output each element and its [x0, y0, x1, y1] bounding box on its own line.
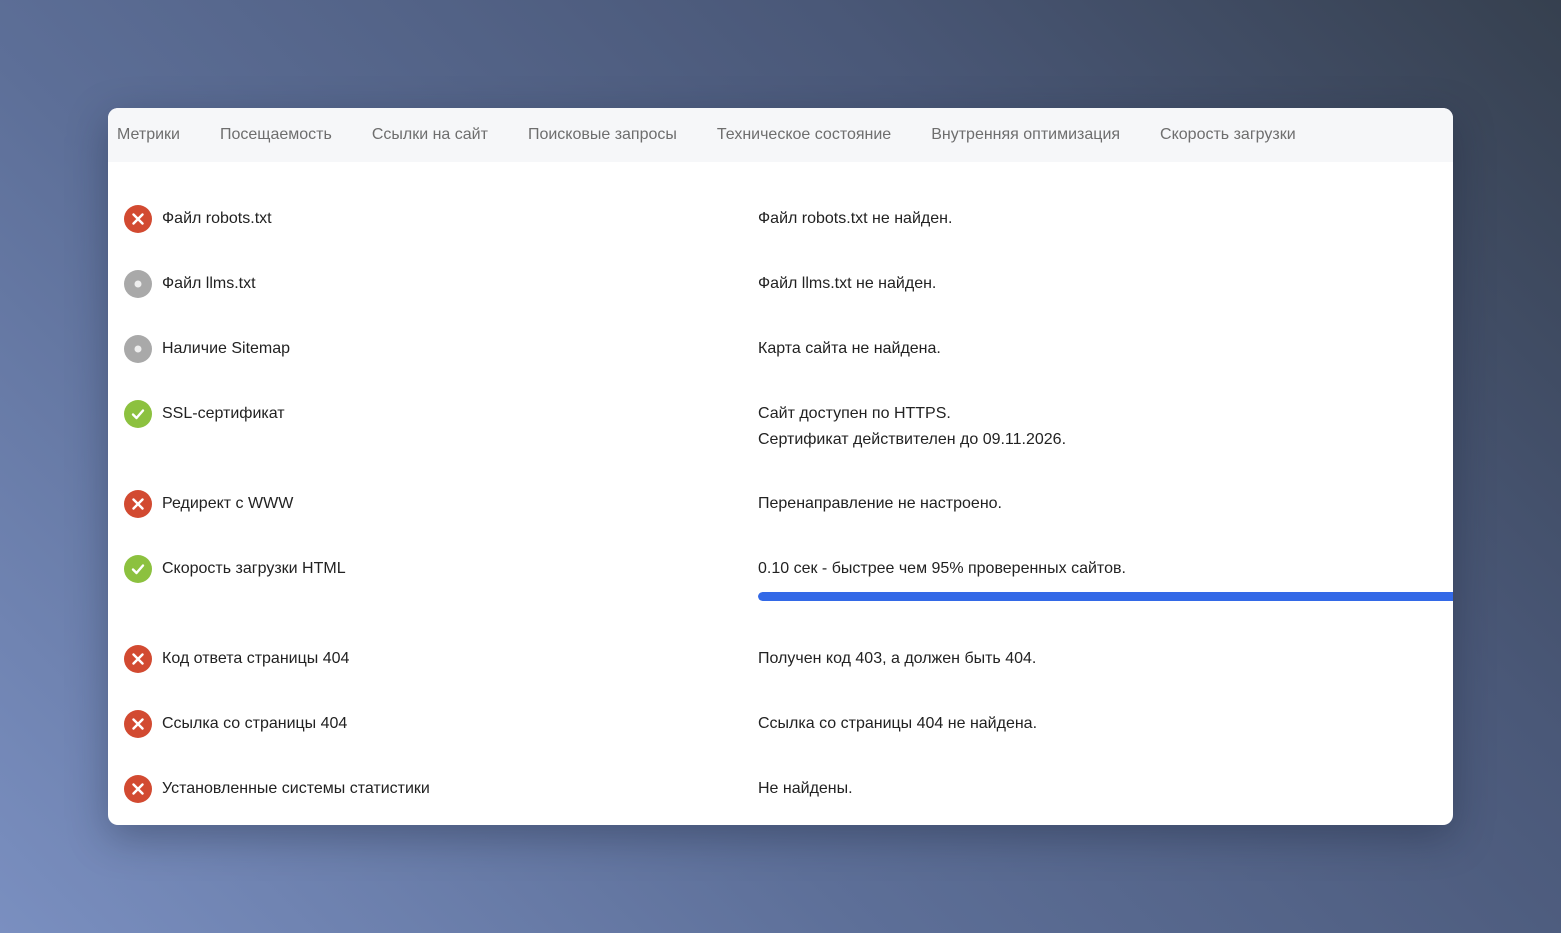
check-result: Сайт доступен по HTTPS.: [758, 405, 951, 422]
checkmark-icon: [131, 564, 145, 575]
tab-search-queries[interactable]: Поисковые запросы: [508, 108, 697, 162]
check-label: Установленные системы статистики: [162, 780, 430, 797]
tab-traffic[interactable]: Посещаемость: [200, 108, 352, 162]
tab-internal-optimization[interactable]: Внутренняя оптимизация: [911, 108, 1140, 162]
check-label: Файл llms.txt: [162, 275, 256, 292]
check-result: Файл robots.txt не найден.: [758, 210, 953, 227]
check-result: Получен код 403, а должен быть 404.: [758, 650, 1037, 667]
check-result: Перенаправление не настроено.: [758, 495, 1002, 512]
tab-technical-state[interactable]: Техническое состояние: [697, 108, 911, 162]
status-neutral-badge: [124, 335, 152, 363]
status-neutral-badge: [124, 270, 152, 298]
status-ok-badge: [124, 400, 152, 428]
report-card: Метрики Посещаемость Ссылки на сайт Поис…: [108, 108, 1453, 825]
status-error-badge: [124, 775, 152, 803]
tab-bar: Метрики Посещаемость Ссылки на сайт Поис…: [108, 108, 1453, 162]
check-result: Карта сайта не найдена.: [758, 340, 941, 357]
status-error-badge: [124, 490, 152, 518]
check-label: Ссылка со страницы 404: [162, 715, 348, 732]
tab-metrics[interactable]: Метрики: [108, 108, 200, 162]
check-label: Файл robots.txt: [162, 210, 272, 227]
cross-icon: [132, 718, 144, 730]
check-label: Наличие Sitemap: [162, 340, 291, 357]
check-result: Не найдены.: [758, 780, 853, 797]
speed-progress-fill: [758, 592, 1453, 601]
check-label: Код ответа страницы 404: [162, 650, 350, 667]
dot-icon: [134, 345, 142, 353]
cross-icon: [132, 498, 144, 510]
check-result: Файл llms.txt не найден.: [758, 275, 937, 292]
check-label: Скорость загрузки HTML: [162, 560, 346, 577]
speed-progress-bar: [758, 592, 1453, 601]
tab-backlinks[interactable]: Ссылки на сайт: [352, 108, 508, 162]
check-label: SSL-сертификат: [162, 405, 285, 422]
check-result: 0.10 сек - быстрее чем 95% проверенных с…: [758, 560, 1126, 577]
cross-icon: [132, 213, 144, 225]
status-error-badge: [124, 205, 152, 233]
dot-icon: [134, 280, 142, 288]
check-label: Редирект с WWW: [162, 495, 294, 512]
status-error-badge: [124, 710, 152, 738]
cross-icon: [132, 783, 144, 795]
checkmark-icon: [131, 409, 145, 420]
check-result: Ссылка со страницы 404 не найдена.: [758, 715, 1038, 732]
status-error-badge: [124, 645, 152, 673]
status-ok-badge: [124, 555, 152, 583]
check-result-detail: Сертификат действителен до 09.11.2026.: [758, 431, 1067, 448]
tab-load-speed[interactable]: Скорость загрузки: [1140, 108, 1316, 162]
cross-icon: [132, 653, 144, 665]
